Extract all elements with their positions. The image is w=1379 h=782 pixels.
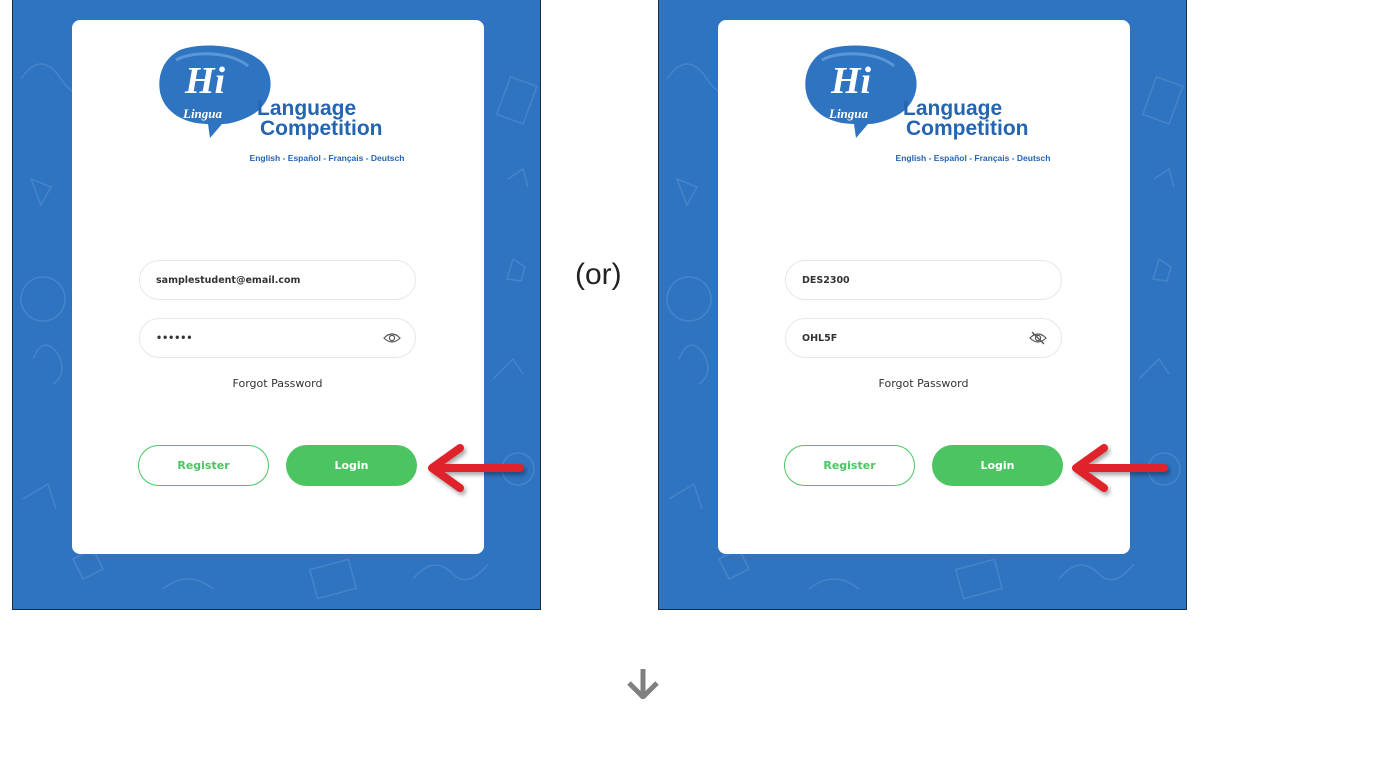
register-button-label: Register [177,459,230,472]
or-separator: (or) [575,258,622,291]
brand-title: Language Competition [903,97,1063,140]
red-pointer-arrow-icon [428,444,524,492]
password-field[interactable] [139,318,416,358]
username-field[interactable] [139,260,416,300]
brand-title-line2: Competition [906,117,1029,140]
svg-text:Hi: Hi [184,60,226,102]
login-button[interactable]: Login [286,445,417,486]
student-code-field[interactable] [785,260,1062,300]
student-code-input[interactable] [798,261,1022,299]
login-button[interactable]: Login [932,445,1063,486]
register-button-label: Register [823,459,876,472]
forgot-password-link[interactable]: Forgot Password [139,377,416,390]
register-button[interactable]: Register [138,445,269,486]
password-field[interactable] [785,318,1062,358]
brand-title: Language Competition [257,97,417,140]
brand-languages: English - Español - Français - Deutsch [249,153,405,163]
login-button-label: Login [334,459,369,472]
register-button[interactable]: Register [784,445,915,486]
eye-icon[interactable] [383,331,401,345]
brand-title-line2: Competition [260,117,383,140]
login-screen-panel-code: Hi Lingua Language Competition English -… [658,0,1187,610]
forgot-password-link[interactable]: Forgot Password [785,377,1062,390]
svg-text:Hi: Hi [830,60,872,102]
brand-title-line1: Language [257,97,357,120]
username-input[interactable] [152,261,376,299]
svg-text:Lingua: Lingua [828,106,869,121]
password-input[interactable] [798,319,1022,357]
login-screen-panel-email: Hi Lingua Language Competition English -… [12,0,541,610]
brand-title-line1: Language [903,97,1003,120]
svg-text:Lingua: Lingua [182,106,223,121]
password-input[interactable] [152,319,376,357]
brand-languages: English - Español - Français - Deutsch [895,153,1051,163]
eye-off-icon[interactable] [1029,331,1047,345]
login-button-label: Login [980,459,1015,472]
red-pointer-arrow-icon [1072,444,1168,492]
down-arrow-icon [627,669,659,699]
